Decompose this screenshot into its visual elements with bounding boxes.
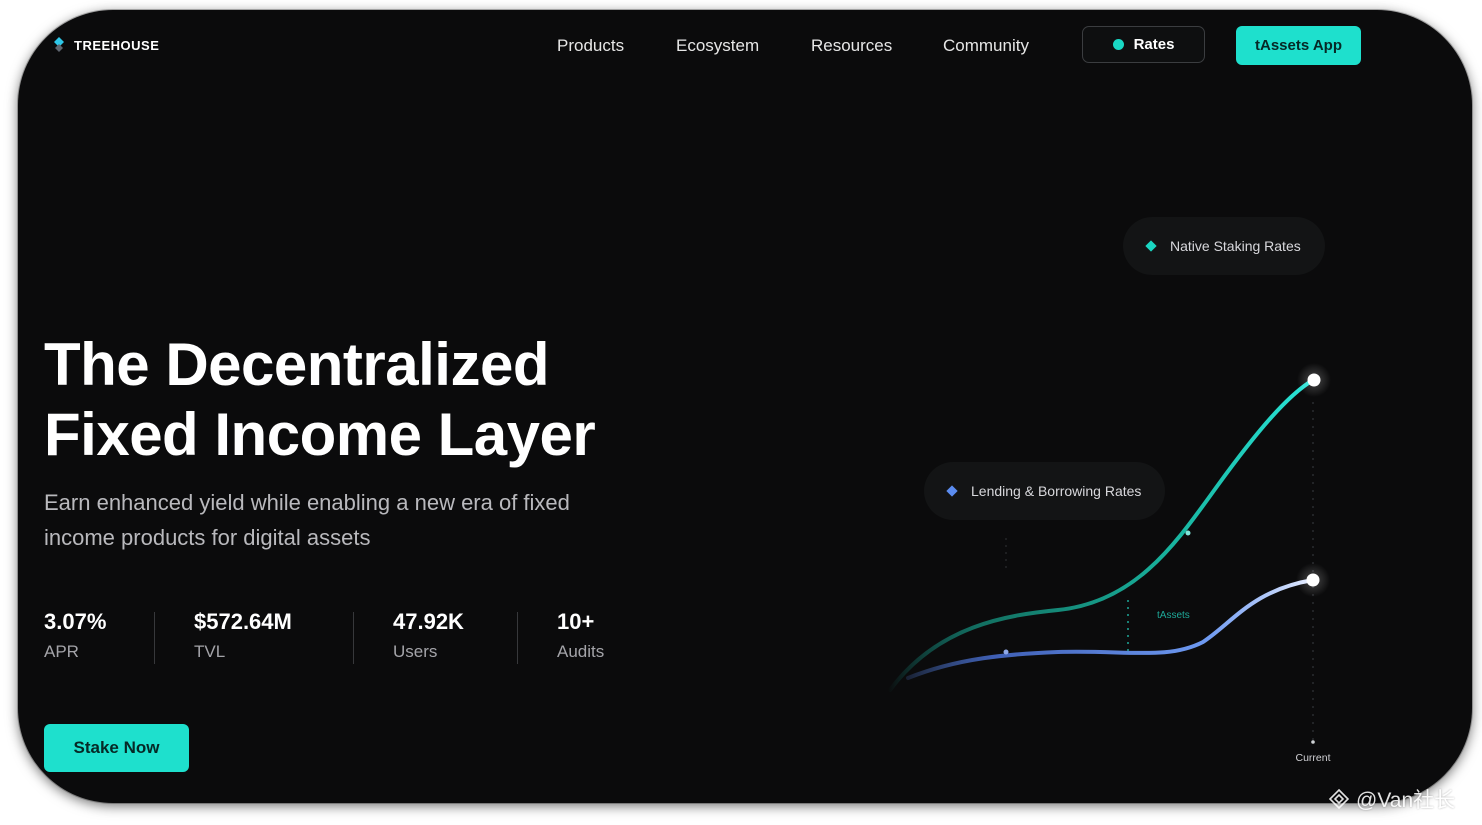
watermark-text: @Van社长 bbox=[1356, 789, 1456, 812]
current-label: Current bbox=[1295, 752, 1330, 764]
current-marker bbox=[1311, 740, 1315, 744]
legend-native-staking-label: Native Staking Rates bbox=[1170, 238, 1301, 254]
blue-diamond-icon bbox=[946, 485, 958, 497]
staking-endpoint bbox=[1307, 373, 1321, 387]
lending-endpoint bbox=[1306, 573, 1320, 587]
tassets-label: tAssets bbox=[1157, 610, 1190, 621]
legend-lending-borrowing-label: Lending & Borrowing Rates bbox=[971, 483, 1142, 499]
hero-frame: TREEHOUSE Products Ecosystem Resources C… bbox=[18, 10, 1472, 803]
watermark: @Van社长 bbox=[1328, 784, 1455, 814]
staking-point bbox=[1185, 530, 1191, 536]
legend-lending-borrowing: Lending & Borrowing Rates bbox=[924, 462, 1166, 520]
legend-native-staking: Native Staking Rates bbox=[1123, 217, 1325, 275]
teal-diamond-icon bbox=[1145, 240, 1157, 252]
rates-chart: tAssets Current bbox=[888, 363, 1331, 764]
binance-square-icon bbox=[1328, 788, 1350, 810]
native-staking-line bbox=[888, 378, 1315, 692]
lending-point bbox=[1003, 649, 1009, 655]
